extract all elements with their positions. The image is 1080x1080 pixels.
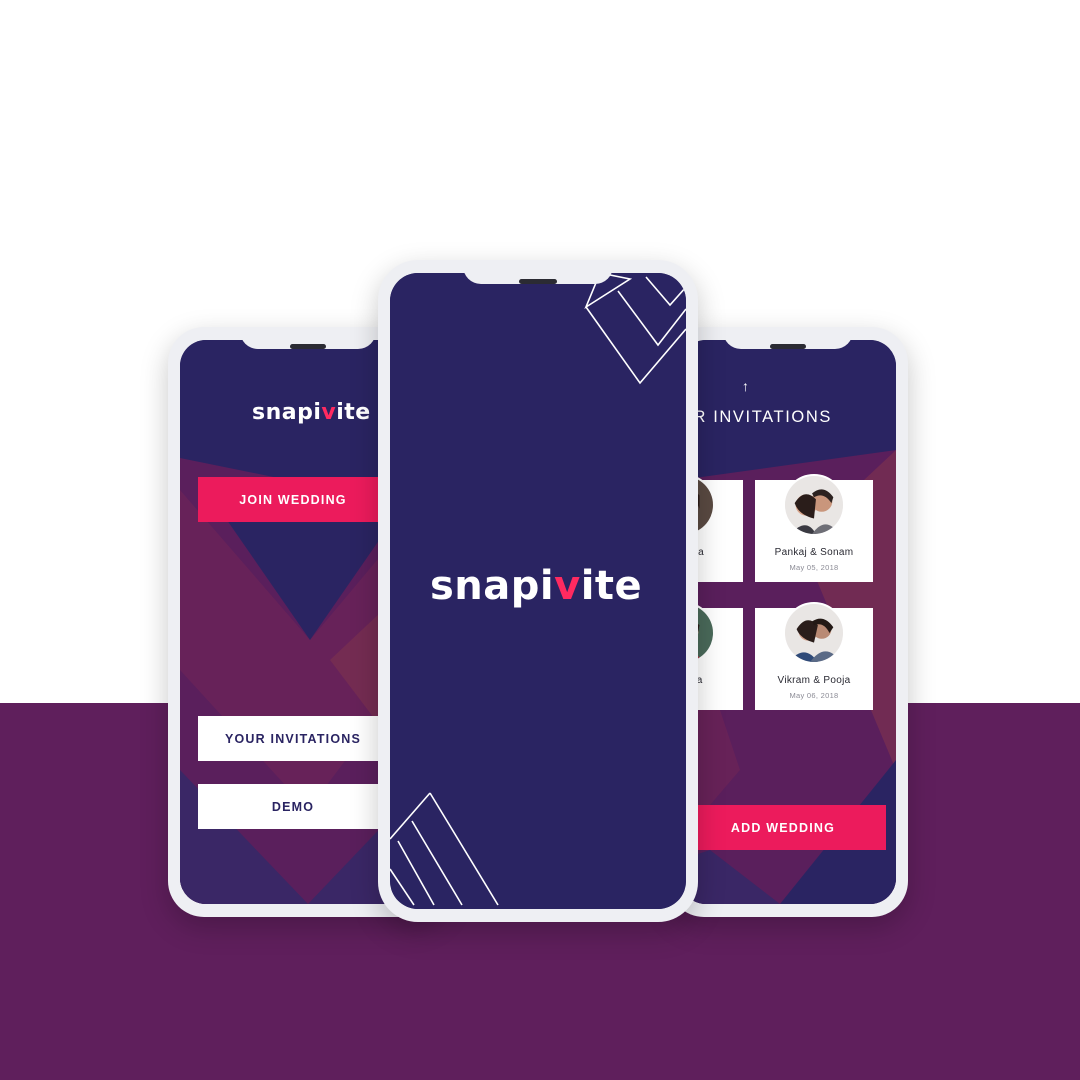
logo-text-start: snapi (252, 400, 322, 425)
invitation-card[interactable]: Vikram & Pooja May 06, 2018 (755, 602, 873, 710)
invitation-card[interactable]: Pankaj & Sonam May 05, 2018 (755, 474, 873, 582)
right-phone: ↑ UR INVITATIONS & Ahana , 2018 Pankaj &… (668, 327, 908, 917)
logo-text-end: ite (580, 563, 643, 609)
center-phone-notch (463, 260, 613, 284)
logo-check-v: v (554, 563, 581, 609)
couple-name: Pankaj & Sonam (774, 547, 854, 558)
right-phone-notch (723, 327, 853, 349)
logo-text-start: snapi (430, 563, 555, 609)
scroll-up-arrow-icon[interactable]: ↑ (742, 378, 749, 394)
left-phone-notch (240, 327, 376, 349)
logo-text-end: ite (336, 400, 371, 425)
couple-avatar (783, 602, 845, 664)
left-snapivite-logo: snapivite (252, 400, 371, 425)
add-wedding-button[interactable]: ADD WEDDING (680, 805, 886, 850)
center-phone: snapivite (378, 260, 698, 922)
right-phone-speaker (770, 344, 806, 349)
wedding-date: May 06, 2018 (789, 691, 839, 700)
wedding-date: May 05, 2018 (789, 563, 839, 572)
center-phone-speaker (519, 279, 557, 284)
your-invitations-button[interactable]: YOUR INVITATIONS (198, 716, 388, 761)
splash-screen: snapivite (390, 273, 686, 909)
left-phone-speaker (290, 344, 326, 349)
logo-check-v: v (321, 400, 337, 425)
couple-avatar (783, 474, 845, 536)
right-phone-screen: ↑ UR INVITATIONS & Ahana , 2018 Pankaj &… (680, 340, 896, 904)
splash-snapivite-logo: snapivite (430, 563, 642, 609)
demo-button[interactable]: DEMO (198, 784, 388, 829)
join-wedding-button[interactable]: JOIN WEDDING (198, 477, 388, 522)
couple-name: Vikram & Pooja (777, 675, 851, 686)
mockup-stage: snapivite JOIN WEDDING YOUR INVITATIONS … (0, 0, 1080, 1080)
your-invitations-title: UR INVITATIONS (680, 408, 832, 426)
